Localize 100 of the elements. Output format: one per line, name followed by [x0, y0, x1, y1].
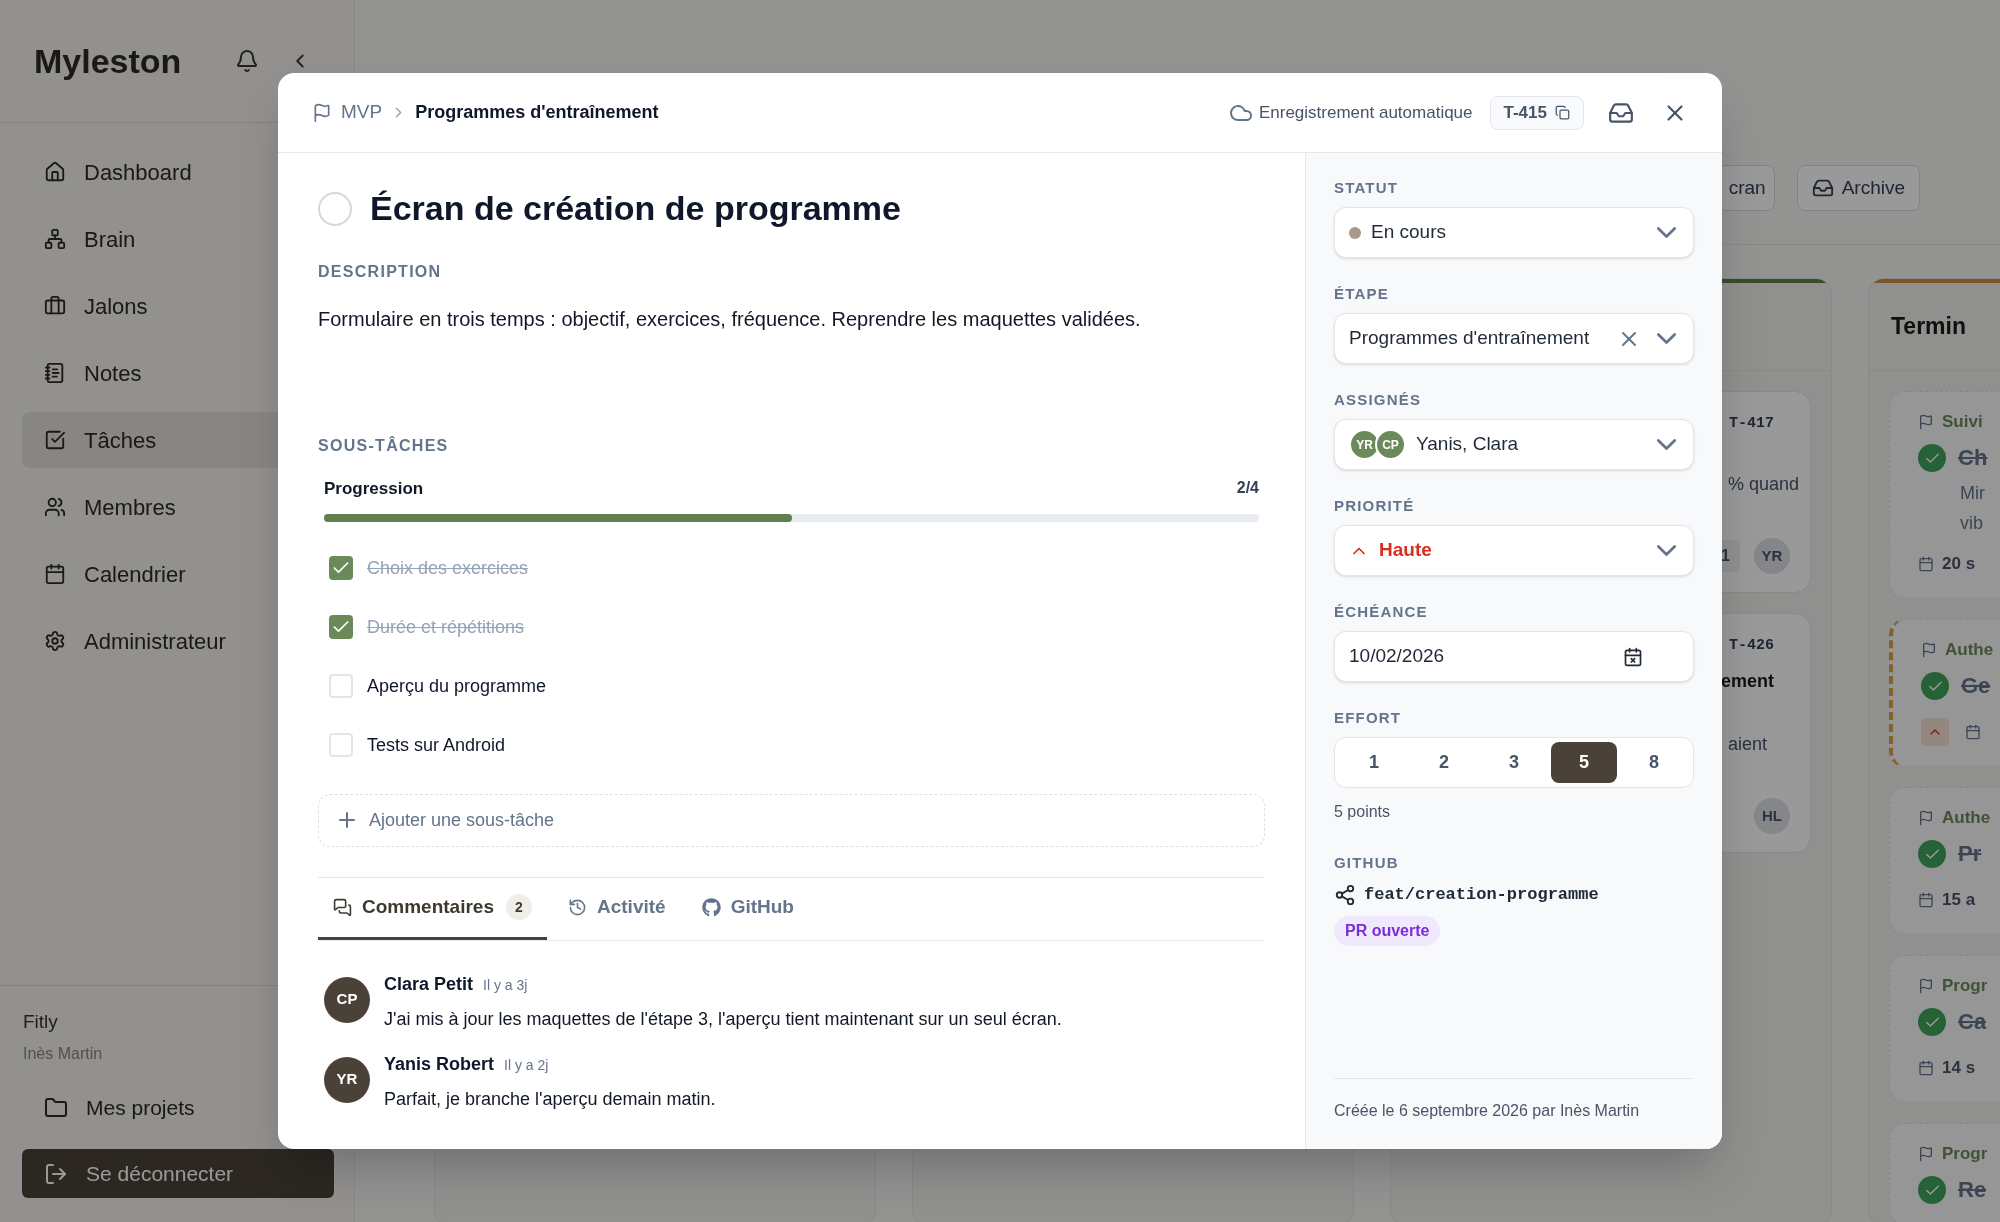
- avatar: CP: [1375, 429, 1406, 460]
- comment-time: Il y a 3j: [483, 975, 528, 995]
- calendar-icon: [44, 563, 66, 585]
- progress-reading: 2/4: [1236, 478, 1259, 498]
- history-icon: [568, 897, 587, 917]
- card-title: Pr: [1958, 840, 1982, 868]
- folder-icon: [44, 1096, 68, 1120]
- field-label: STATUT: [1334, 179, 1400, 197]
- task-card[interactable]: Authe Ge: [1889, 619, 2000, 767]
- milestone-label: Progr: [1942, 976, 1988, 996]
- field-label: ÉTAPE: [1334, 285, 1389, 303]
- avatar: YR: [324, 1056, 370, 1103]
- effort-option[interactable]: 8: [1621, 742, 1687, 783]
- nav-item[interactable]: Administrateur: [22, 613, 332, 669]
- comment-time: Il y a 2j: [504, 1055, 549, 1075]
- calendar-icon: [1918, 892, 1934, 908]
- card-text: % quand: [1728, 473, 1800, 496]
- house-icon: [44, 161, 66, 183]
- tab[interactable]: Commentaires 2: [318, 877, 547, 940]
- comment-text: J'ai mis à jour les maquettes de l'étape 3, l'aperçu tient maintenant sur un seul écran.: [384, 1007, 1062, 1031]
- calendar-icon[interactable]: [1623, 646, 1643, 667]
- date-field[interactable]: 10/02/2026: [1334, 631, 1694, 682]
- card-text: Mir: [1959, 484, 1986, 502]
- milestone-label: Authe: [1945, 640, 1994, 660]
- effort-option[interactable]: 1: [1341, 742, 1407, 783]
- field-label: EFFORT: [1334, 709, 1402, 727]
- task-card[interactable]: Progr Re: [1889, 1123, 2000, 1222]
- users-icon: [44, 496, 66, 518]
- subtask-checkbox[interactable]: [329, 733, 353, 757]
- subtask-checkbox[interactable]: [329, 615, 353, 639]
- card-date: 20 s: [1942, 554, 1976, 574]
- branch-name[interactable]: feat/creation-programme: [1364, 882, 1599, 908]
- avatar: YR: [1349, 429, 1380, 460]
- card-title: ement: [1721, 670, 1774, 693]
- bell-icon[interactable]: [235, 49, 260, 73]
- effort-option[interactable]: 3: [1481, 742, 1547, 783]
- assignees-select[interactable]: YR CP Yanis, Clara: [1334, 419, 1694, 470]
- field-label: ASSIGNÉS: [1334, 391, 1422, 409]
- milestone-label: Suivi: [1942, 412, 1983, 432]
- card-title: Ge: [1961, 672, 1991, 700]
- notebook-icon: [44, 362, 66, 384]
- card-title: Ch: [1958, 444, 1988, 472]
- task-title[interactable]: Écran de création de programme: [370, 183, 901, 234]
- subtask-label: Tests sur Android: [367, 733, 506, 757]
- network-icon: [44, 228, 66, 250]
- breadcrumb-current: Programmes d'entraînement: [415, 101, 659, 124]
- inbox-icon: [1811, 177, 1834, 199]
- comment-author: Clara Petit: [384, 972, 474, 996]
- field-label: PRIORITÉ: [1334, 497, 1415, 515]
- effort-option[interactable]: 2: [1411, 742, 1477, 783]
- briefcase-icon: [44, 295, 66, 317]
- chevron-icon: [1657, 545, 1676, 556]
- toolbar-button[interactable]: Archive: [1796, 165, 1920, 211]
- subtask-label: Choix des exercices: [367, 556, 529, 580]
- github-icon: [701, 897, 721, 917]
- field-label: ÉCHÉANCE: [1334, 603, 1428, 621]
- flag-icon: [1918, 1146, 1934, 1162]
- card-title: Re: [1958, 1176, 1987, 1204]
- workspace-name: Fitly: [22, 1009, 59, 1034]
- task-id-chip[interactable]: T-415: [1489, 95, 1584, 130]
- nav-item[interactable]: Calendrier: [22, 546, 332, 602]
- tab[interactable]: GitHub: [686, 877, 809, 940]
- comment-text: Parfait, je branche l'aperçu demain matin.: [384, 1087, 716, 1111]
- subtask-checkbox[interactable]: [329, 674, 353, 698]
- effort-option[interactable]: 5: [1551, 742, 1617, 783]
- checkbox-icon: [44, 429, 66, 451]
- add-subtask-field[interactable]: Ajouter une sous-tâche: [318, 793, 1265, 847]
- progress-label: Progression: [324, 478, 424, 500]
- subtask-checkbox[interactable]: [329, 556, 353, 580]
- task-id: T-426: [1729, 636, 1774, 656]
- flag-icon: [1921, 642, 1937, 658]
- logout-button[interactable]: Se déconnecter: [22, 1149, 334, 1198]
- column-title: Termin: [1891, 312, 1966, 342]
- status-select[interactable]: En cours: [1334, 207, 1694, 258]
- subtask-label: Aperçu du programme: [367, 674, 547, 698]
- task-card[interactable]: Suivi Ch Mir vib 20 s: [1889, 391, 2000, 599]
- task-card[interactable]: Progr Ca 14 s: [1889, 955, 2000, 1103]
- card-text: vib: [1959, 514, 1984, 532]
- share-icon: [1334, 883, 1356, 906]
- breadcrumb-link[interactable]: MVP: [341, 98, 383, 127]
- user-name: Inès Martin: [22, 1044, 104, 1064]
- task-card[interactable]: Authe Pr 15 a: [1889, 787, 2000, 935]
- effort-caption: 5 points: [1334, 802, 1392, 822]
- pr-status: PR ouverte: [1334, 915, 1441, 946]
- card-date: 14 s: [1942, 1058, 1976, 1078]
- calendar-icon: [1918, 1060, 1934, 1076]
- flag-icon: [1918, 810, 1934, 826]
- nav-item[interactable]: Dashboard: [22, 144, 332, 200]
- app-logo: Myleston: [34, 40, 182, 82]
- tab[interactable]: Activité: [553, 877, 681, 940]
- flag-icon: [312, 102, 332, 123]
- priority-select[interactable]: Haute: [1334, 525, 1694, 576]
- card-title: Ca: [1958, 1008, 1987, 1036]
- flag-icon: [1918, 414, 1934, 430]
- stage-select[interactable]: Programmes d'entraînement: [1334, 313, 1694, 364]
- chevron-icon: [1657, 333, 1676, 344]
- comments-icon: [333, 897, 352, 917]
- complete-toggle[interactable]: [318, 191, 352, 226]
- subtask-label: Durée et répétitions: [367, 615, 525, 639]
- settings-icon: [44, 630, 66, 652]
